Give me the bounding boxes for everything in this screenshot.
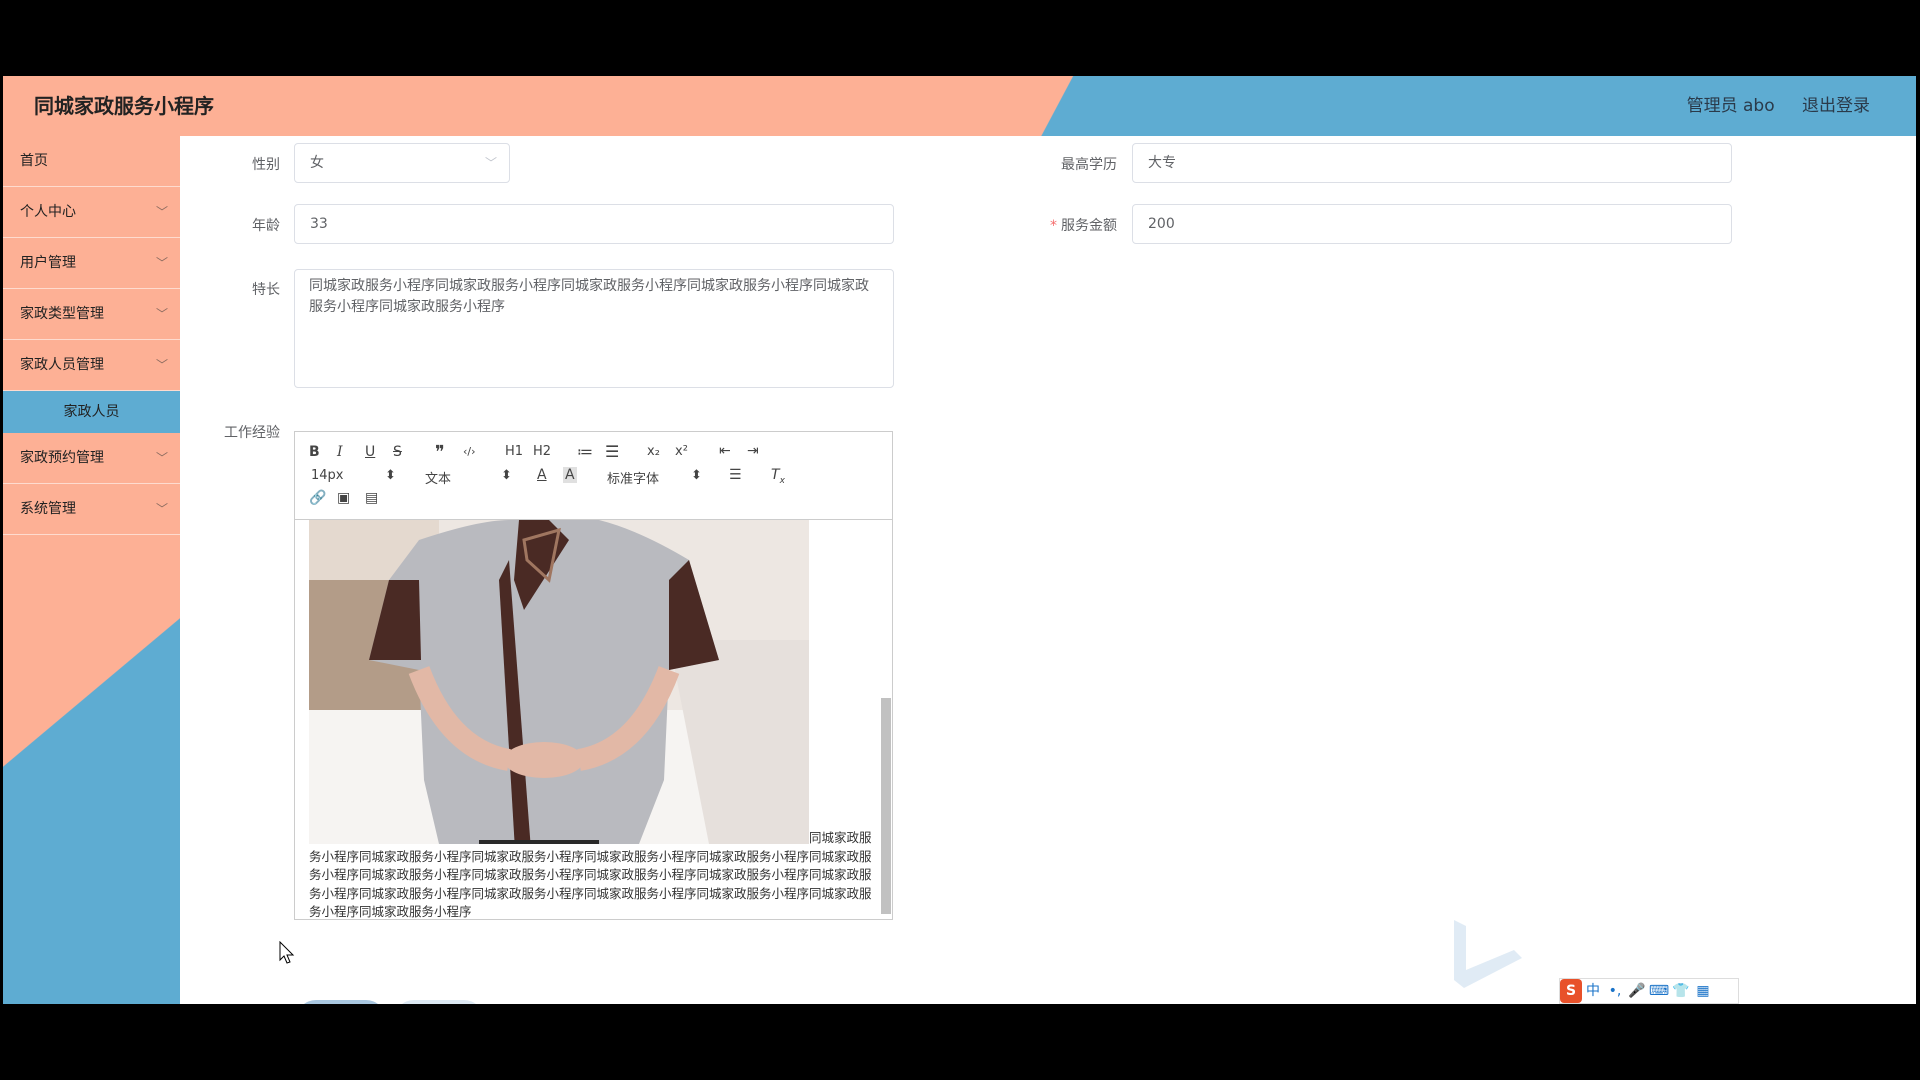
app-title: 同城家政服务小程序 — [34, 94, 214, 118]
chevron-down-icon: ﹀ — [155, 307, 168, 321]
fee-value: 200 — [1148, 216, 1175, 232]
chevron-down-icon: ﹀ — [155, 451, 168, 465]
logout-link[interactable]: 退出登录 — [1802, 96, 1870, 116]
sidebar-subitem-staff[interactable]: 家政人员 — [3, 391, 180, 433]
gender-label: 性别 — [252, 157, 280, 173]
user-label: 管理员 abo — [1686, 96, 1775, 116]
sidebar-item-label: 个人中心 — [20, 204, 76, 220]
age-field[interactable]: 33 — [294, 204, 894, 244]
sidebar-item-profile[interactable]: 个人中心 ﹀ — [3, 187, 180, 238]
sidebar-item-label: 首页 — [20, 153, 48, 169]
ime-toolbar: S 中 •, 🎤 ⌨ 👕 ▦ — [1559, 978, 1739, 1004]
sidebar-item-label: 家政人员管理 — [20, 357, 104, 373]
background-color-icon[interactable]: A — [563, 467, 577, 483]
font-size-select[interactable]: 14px ⬍ — [311, 468, 396, 483]
sidebar-item-staff-management[interactable]: 家政人员管理 ﹀ — [3, 340, 180, 391]
h1-button[interactable]: H1 — [505, 444, 523, 459]
header-right: 管理员 abo 退出登录 — [1665, 76, 1870, 136]
chevron-down-icon: ﹀ — [155, 205, 168, 219]
align-icon[interactable]: ☰ — [729, 467, 742, 483]
skin-icon[interactable]: 👕 — [1670, 979, 1692, 1003]
updown-icon: ⬍ — [385, 468, 396, 483]
mouse-cursor-icon — [279, 941, 295, 964]
text-type-select[interactable]: 文本 ⬍ — [425, 468, 512, 487]
link-icon[interactable]: 🔗 — [309, 490, 326, 506]
fee-field[interactable]: 200 — [1132, 204, 1732, 244]
sidebar-subitem-label: 家政人员 — [63, 404, 120, 420]
sidebar-item-system[interactable]: 系统管理 ﹀ — [3, 484, 180, 535]
main-form: 性别 女 ﹀ 最高学历 大专 年龄 33 * 服务金额 200 特长 同城家政服务… — [180, 136, 1916, 1004]
image-icon[interactable]: ▣ — [337, 490, 350, 506]
sidebar: 首页 个人中心 ﹀ 用户管理 ﹀ 家政类型管理 ﹀ 家政人员管理 ﹀ 家政人员 … — [3, 136, 180, 1004]
age-value: 33 — [310, 216, 328, 232]
font-family-value: 标准字体 — [607, 472, 660, 487]
font-color-icon[interactable]: A — [537, 467, 547, 483]
h2-button[interactable]: H2 — [533, 444, 551, 459]
uniform-photo — [309, 520, 809, 844]
editor-text: 同城家政服务小程序同城家政服务小程序同城家政服务小程序同城家政服务小程序同城家政… — [309, 830, 872, 919]
rich-text-editor: B I U S ❞ ‹/› H1 H2 ≔ ☰ x₂ x² ⇤ ⇥ 14px ⬍ … — [294, 431, 893, 920]
education-label: 最高学历 — [1061, 157, 1117, 173]
strike-button[interactable]: S — [393, 444, 402, 460]
specialty-textarea[interactable]: 同城家政服务小程序同城家政服务小程序同城家政服务小程序同城家政服务小程序同城家政… — [294, 269, 894, 388]
sogou-logo-icon[interactable]: S — [1560, 979, 1582, 1003]
editor-toolbar: B I U S ❞ ‹/› H1 H2 ≔ ☰ x₂ x² ⇤ ⇥ 14px ⬍ … — [295, 432, 892, 520]
gender-select[interactable]: 女 ﹀ — [294, 143, 510, 183]
chevron-down-icon: ﹀ — [155, 502, 168, 516]
sidebar-item-home[interactable]: 首页 — [3, 136, 180, 187]
superscript-button[interactable]: x² — [675, 444, 688, 459]
app-window: 同城家政服务小程序 管理员 abo 退出登录 首页 个人中心 ﹀ 用户管理 ﹀ … — [3, 76, 1916, 1004]
submit-button[interactable]: 提交 — [296, 1000, 386, 1004]
microphone-icon[interactable]: 🎤 — [1626, 979, 1648, 1003]
updown-icon: ⬍ — [501, 468, 512, 483]
clear-format-icon[interactable]: Tx — [771, 467, 785, 486]
gender-value: 女 — [310, 155, 324, 171]
sidebar-item-label: 家政类型管理 — [20, 306, 104, 322]
outdent-button[interactable]: ⇤ — [719, 443, 731, 459]
specialty-label: 特长 — [252, 282, 280, 298]
subscript-button[interactable]: x₂ — [647, 444, 660, 459]
bold-button[interactable]: B — [309, 444, 320, 460]
font-size-value: 14px — [311, 468, 344, 483]
required-asterisk: * — [1050, 218, 1057, 234]
keyboard-icon[interactable]: ⌨ — [1648, 979, 1670, 1003]
ordered-list-button[interactable]: ≔ — [577, 442, 593, 461]
fee-label: * 服务金额 — [1017, 215, 1117, 235]
sidebar-item-appointments[interactable]: 家政预约管理 ﹀ — [3, 433, 180, 484]
cancel-button[interactable]: 取消 — [394, 1000, 484, 1004]
sidebar-item-label: 用户管理 — [20, 255, 76, 271]
code-button[interactable]: ‹/› — [463, 445, 476, 458]
sidebar-item-label: 家政预约管理 — [20, 450, 104, 466]
editor-scrollbar[interactable] — [881, 698, 891, 914]
chevron-down-icon: ﹀ — [484, 156, 497, 170]
editor-content[interactable]: 同城家政服务小程序同城家政服务小程序同城家政服务小程序同城家政服务小程序同城家政… — [295, 520, 892, 919]
sidebar-item-service-types[interactable]: 家政类型管理 ﹀ — [3, 289, 180, 340]
sidebar-item-label: 系统管理 — [20, 501, 76, 517]
education-value: 大专 — [1148, 155, 1176, 171]
fee-label-text: 服务金额 — [1061, 218, 1117, 234]
chevron-down-icon: ﹀ — [155, 256, 168, 270]
indent-button[interactable]: ⇥ — [747, 443, 759, 459]
chevron-down-icon: ﹀ — [155, 358, 168, 372]
ime-mode-chinese[interactable]: 中 — [1582, 979, 1604, 1003]
video-icon[interactable]: ▤ — [365, 490, 378, 506]
underline-button[interactable]: U — [365, 444, 375, 460]
education-field[interactable]: 大专 — [1132, 143, 1732, 183]
text-type-value: 文本 — [425, 472, 452, 487]
apps-grid-icon[interactable]: ▦ — [1692, 979, 1714, 1003]
age-label: 年龄 — [252, 218, 280, 234]
experience-label: 工作经验 — [224, 425, 280, 441]
quote-button[interactable]: ❞ — [435, 442, 445, 463]
top-header: 同城家政服务小程序 管理员 abo 退出登录 — [3, 76, 1916, 136]
ime-punctuation[interactable]: •, — [1604, 979, 1626, 1003]
watermark-logo — [1454, 920, 1522, 988]
font-family-select[interactable]: 标准字体 ⬍ — [607, 468, 702, 487]
updown-icon: ⬍ — [691, 468, 702, 483]
italic-button[interactable]: I — [337, 444, 343, 460]
sidebar-item-users[interactable]: 用户管理 ﹀ — [3, 238, 180, 289]
bullet-list-button[interactable]: ☰ — [605, 442, 619, 461]
